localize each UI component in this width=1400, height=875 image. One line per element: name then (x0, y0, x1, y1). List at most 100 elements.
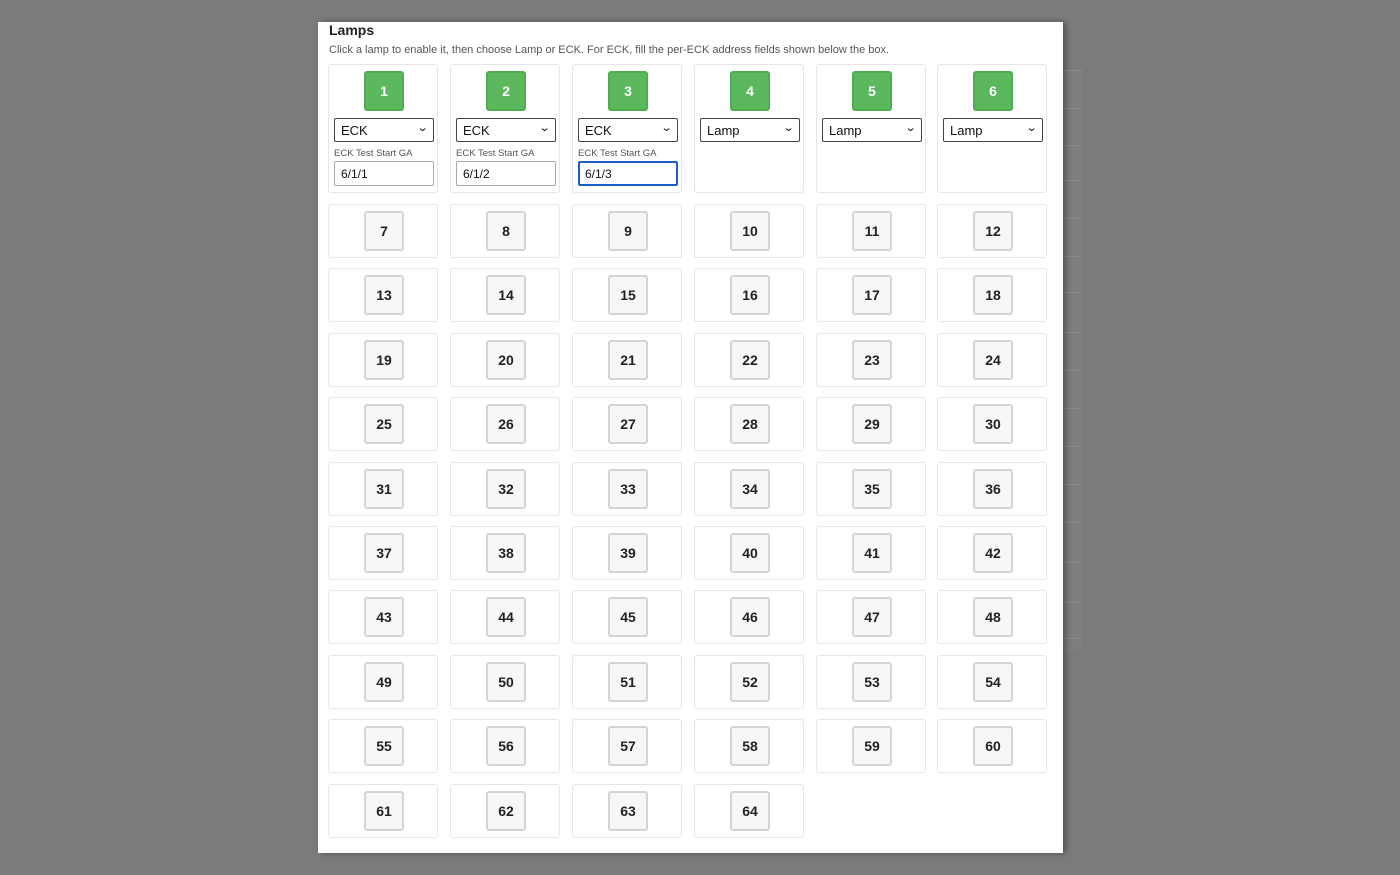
lamp-button-60[interactable]: 60 (973, 726, 1013, 767)
lamp-button-16[interactable]: 16 (730, 275, 770, 316)
lamp-mode-select-2[interactable]: ECK ⌄ (456, 118, 556, 142)
lamp-button-57[interactable]: 57 (608, 726, 648, 767)
chevron-down-icon: ⌄ (538, 121, 551, 134)
lamp-button-62[interactable]: 62 (486, 790, 526, 831)
lamp-button-7[interactable]: 7 (364, 211, 404, 251)
lamp-button-63[interactable]: 63 (608, 790, 648, 831)
lamp-button-9[interactable]: 9 (608, 211, 648, 251)
lamp-button-51[interactable]: 51 (608, 661, 648, 702)
lamp-tile-22: 22 (694, 332, 804, 387)
lamp-tile-44: 44 (450, 590, 560, 645)
lamp-button-26[interactable]: 26 (486, 404, 526, 445)
lamp-button-49[interactable]: 49 (364, 661, 404, 702)
lamp-button-22[interactable]: 22 (730, 339, 770, 380)
lamp-mode-select-1[interactable]: ECK ⌄ (334, 118, 434, 142)
lamp-button-46[interactable]: 46 (730, 597, 770, 638)
lamp-button-36[interactable]: 36 (973, 468, 1013, 509)
lamp-tile-8: 8 (450, 204, 560, 258)
lamp-button-38[interactable]: 38 (486, 533, 526, 573)
lamp-tile-53: 53 (816, 654, 926, 709)
lamp-button-55[interactable]: 55 (364, 726, 404, 767)
lamp-button-12[interactable]: 12 (973, 211, 1013, 251)
lamp-button-47[interactable]: 47 (852, 597, 892, 638)
lamp-mode-select-5[interactable]: Lamp ⌄ (822, 118, 922, 142)
lamp-tile-1: 1 ECK ⌄ ECK Test Start GA (328, 64, 438, 193)
lamp-button-17[interactable]: 17 (852, 275, 892, 316)
lamp-button-25[interactable]: 25 (364, 404, 404, 445)
lamp-mode-select-6[interactable]: Lamp ⌄ (943, 118, 1043, 142)
chevron-down-icon: ⌄ (1025, 121, 1038, 134)
lamp-button-3[interactable]: 3 (608, 71, 648, 111)
lamp-button-56[interactable]: 56 (486, 726, 526, 767)
lamp-button-52[interactable]: 52 (730, 661, 770, 702)
lamp-button-28[interactable]: 28 (730, 404, 770, 445)
lamp-button-35[interactable]: 35 (852, 468, 892, 509)
lamp-button-4[interactable]: 4 (730, 71, 770, 111)
lamp-button-5[interactable]: 5 (852, 71, 892, 111)
lamp-tile-64: 64 (694, 783, 804, 838)
lamp-tile-5: 5 Lamp ⌄ (816, 64, 926, 193)
eck-ga-input-1[interactable] (334, 161, 434, 186)
lamp-mode-select-4[interactable]: Lamp ⌄ (700, 118, 800, 142)
chevron-down-icon: ⌄ (660, 121, 673, 134)
lamp-button-15[interactable]: 15 (608, 275, 648, 316)
lamp-button-30[interactable]: 30 (973, 404, 1013, 445)
eck-ga-input-2[interactable] (456, 161, 556, 186)
lamp-button-32[interactable]: 32 (486, 468, 526, 509)
lamp-button-1[interactable]: 1 (364, 71, 404, 111)
lamp-button-61[interactable]: 61 (364, 790, 404, 831)
lamp-tile-33: 33 (572, 461, 682, 516)
lamp-button-48[interactable]: 48 (973, 597, 1013, 638)
lamp-button-24[interactable]: 24 (973, 339, 1013, 380)
lamp-button-10[interactable]: 10 (730, 211, 770, 251)
lamp-button-39[interactable]: 39 (608, 533, 648, 573)
lamp-tile-3: 3 ECK ⌄ ECK Test Start GA (572, 64, 682, 193)
lamp-button-33[interactable]: 33 (608, 468, 648, 509)
lamp-tile-63: 63 (572, 783, 682, 838)
lamp-button-19[interactable]: 19 (364, 339, 404, 380)
lamp-tile-29: 29 (816, 397, 926, 452)
lamp-mode-value: Lamp (707, 122, 740, 138)
lamp-button-11[interactable]: 11 (852, 211, 892, 251)
lamp-tile-46: 46 (694, 590, 804, 645)
lamp-button-44[interactable]: 44 (486, 597, 526, 638)
lamp-button-59[interactable]: 59 (852, 726, 892, 767)
lamp-button-23[interactable]: 23 (852, 339, 892, 380)
lamp-button-13[interactable]: 13 (364, 275, 404, 316)
eck-ga-label-3: ECK Test Start GA (578, 148, 657, 159)
lamp-button-27[interactable]: 27 (608, 404, 648, 445)
chevron-down-icon: ⌄ (782, 121, 795, 134)
lamp-tile-57: 57 (572, 719, 682, 774)
dialog-title: Lamps (329, 22, 375, 38)
eck-ga-input-3[interactable] (578, 161, 678, 186)
lamp-tile-27: 27 (572, 397, 682, 452)
lamp-button-14[interactable]: 14 (486, 275, 526, 316)
lamp-button-6[interactable]: 6 (973, 71, 1013, 111)
lamp-button-18[interactable]: 18 (973, 275, 1013, 316)
lamp-button-21[interactable]: 21 (608, 339, 648, 380)
lamp-button-34[interactable]: 34 (730, 468, 770, 509)
lamp-tile-48: 48 (937, 590, 1047, 645)
lamp-tile-6: 6 Lamp ⌄ (937, 64, 1047, 193)
lamp-button-53[interactable]: 53 (852, 661, 892, 702)
lamp-button-45[interactable]: 45 (608, 597, 648, 638)
lamp-button-40[interactable]: 40 (730, 533, 770, 573)
lamp-button-29[interactable]: 29 (852, 404, 892, 445)
lamp-button-50[interactable]: 50 (486, 661, 526, 702)
lamp-button-64[interactable]: 64 (730, 790, 770, 831)
lamp-button-41[interactable]: 41 (852, 533, 892, 573)
lamp-mode-select-3[interactable]: ECK ⌄ (578, 118, 678, 142)
lamp-button-58[interactable]: 58 (730, 726, 770, 767)
lamp-tile-55: 55 (328, 719, 438, 774)
lamp-button-43[interactable]: 43 (364, 597, 404, 638)
lamp-button-2[interactable]: 2 (486, 71, 526, 111)
lamp-tile-10: 10 (694, 204, 804, 258)
lamp-button-54[interactable]: 54 (973, 661, 1013, 702)
lamp-button-37[interactable]: 37 (364, 533, 404, 573)
lamp-button-31[interactable]: 31 (364, 468, 404, 509)
lamp-button-20[interactable]: 20 (486, 339, 526, 380)
lamp-tile-54: 54 (937, 654, 1047, 709)
lamp-button-8[interactable]: 8 (486, 211, 526, 251)
lamp-tile-23: 23 (816, 332, 926, 387)
lamp-button-42[interactable]: 42 (973, 533, 1013, 573)
